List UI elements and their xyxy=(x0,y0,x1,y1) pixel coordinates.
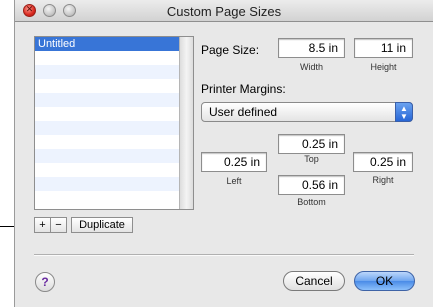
custom-page-sizes-dialog: ✕ Custom Page Sizes Untitled + − Duplica… xyxy=(14,0,433,307)
list-item[interactable] xyxy=(35,79,193,93)
bottom-margin-field[interactable]: 0.56 in xyxy=(278,175,345,195)
list-item[interactable] xyxy=(35,93,193,107)
add-size-button[interactable]: + xyxy=(34,217,51,233)
list-item[interactable] xyxy=(35,65,193,79)
page-height-field[interactable]: 11 in xyxy=(354,38,413,58)
duplicate-button[interactable]: Duplicate xyxy=(71,217,133,233)
top-margin-label: Top xyxy=(304,154,319,164)
list-item[interactable]: Untitled xyxy=(35,37,193,51)
left-margin-field[interactable]: 0.25 in xyxy=(201,152,267,172)
list-item[interactable] xyxy=(35,191,193,205)
list-item[interactable] xyxy=(35,121,193,135)
height-label: Height xyxy=(370,62,397,72)
remove-size-button[interactable]: − xyxy=(50,217,67,233)
printer-margins-selected: User defined xyxy=(209,105,278,119)
printer-margins-popup[interactable]: User defined ▲ ▼ xyxy=(201,102,413,122)
cancel-button[interactable]: Cancel xyxy=(283,271,345,291)
list-item[interactable] xyxy=(35,163,193,177)
list-item[interactable] xyxy=(35,51,193,65)
list-item[interactable] xyxy=(35,107,193,121)
help-button[interactable]: ? xyxy=(35,272,55,292)
list-item[interactable] xyxy=(35,149,193,163)
page-sizes-list[interactable]: Untitled xyxy=(34,36,194,210)
list-item[interactable] xyxy=(35,135,193,149)
list-scrollbar[interactable] xyxy=(179,37,193,209)
right-margin-label: Right xyxy=(372,175,394,185)
window-title: Custom Page Sizes xyxy=(166,4,282,19)
top-margin-field[interactable]: 0.25 in xyxy=(278,134,345,154)
right-margin-field[interactable]: 0.25 in xyxy=(353,152,413,172)
left-margin-label: Left xyxy=(226,176,242,186)
ok-button[interactable]: OK xyxy=(354,271,415,291)
bottom-margin-label: Bottom xyxy=(297,197,326,207)
width-label: Width xyxy=(299,62,323,72)
updown-arrows-icon: ▲ ▼ xyxy=(395,102,413,122)
footer-separator xyxy=(34,254,414,256)
list-item[interactable] xyxy=(35,177,193,191)
page-size-label: Page Size: xyxy=(201,43,260,57)
printer-margins-label: Printer Margins: xyxy=(201,82,286,96)
page-width-field[interactable]: 8.5 in xyxy=(278,38,345,58)
title-bar[interactable]: ✕ Custom Page Sizes xyxy=(15,0,433,22)
help-icon: ? xyxy=(41,275,49,289)
